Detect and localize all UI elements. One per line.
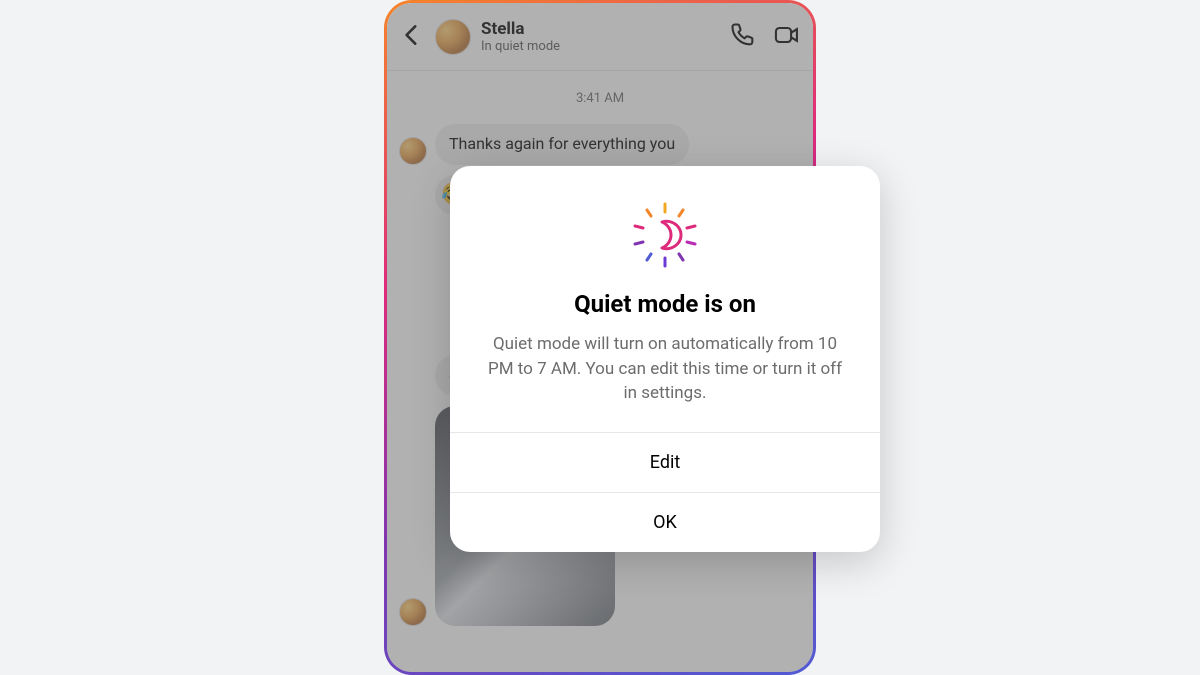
ok-button[interactable]: OK [450,492,880,552]
quiet-mode-dialog: Quiet mode is on Quiet mode will turn on… [450,166,880,552]
dialog-body: Quiet mode is on Quiet mode will turn on… [450,166,880,432]
edit-button[interactable]: Edit [450,432,880,492]
dialog-title: Quiet mode is on [480,290,850,318]
moon-icon [625,200,705,270]
dialog-text: Quiet mode will turn on automatically fr… [480,332,850,406]
